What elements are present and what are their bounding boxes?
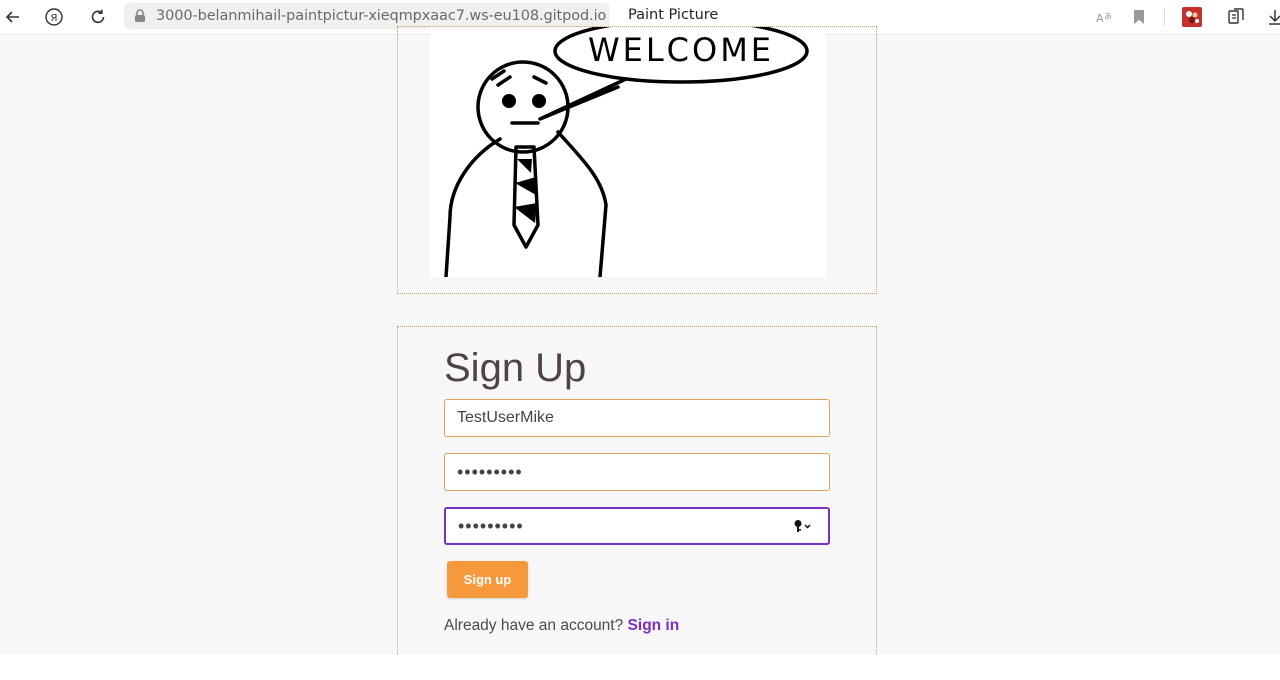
signup-card: Sign Up Sign up Already have an account?… [397, 326, 877, 656]
username-input[interactable] [444, 399, 830, 437]
account-prompt-text: Already have an account? [444, 617, 624, 634]
extension-icon[interactable] [1179, 4, 1205, 30]
url-text: 3000-belanmihail-paintpictur-xieqmpxaac7… [156, 8, 607, 24]
welcome-bubble-text: WELCOME [588, 31, 774, 69]
welcome-illustration: WELCOME [430, 27, 826, 277]
svg-text:Я: Я [51, 13, 58, 24]
signup-title: Sign Up [444, 346, 587, 390]
svg-text:A: A [1096, 12, 1104, 25]
bookmark-icon[interactable] [1126, 4, 1152, 30]
back-arrow-icon[interactable] [0, 4, 26, 30]
signup-button[interactable]: Sign up [447, 561, 528, 598]
download-icon[interactable] [1262, 4, 1280, 30]
stick-figure-drawing: WELCOME [444, 27, 809, 277]
signin-link[interactable]: Sign in [628, 617, 680, 634]
page-content: WELCOME Sign Up Sign up Already have an … [0, 26, 1280, 656]
confirm-password-input[interactable] [444, 507, 830, 545]
toolbar-divider [1164, 8, 1165, 26]
password-manager-key-icon[interactable] [792, 517, 814, 535]
translate-icon[interactable]: Aあ [1091, 4, 1117, 30]
lock-icon [128, 9, 152, 23]
svg-text:あ: あ [1104, 12, 1112, 21]
account-prompt-line: Already have an account? Sign in [444, 617, 679, 635]
reload-icon[interactable] [85, 4, 111, 30]
welcome-card: WELCOME [397, 26, 877, 294]
page-footer-strip [0, 655, 1280, 680]
collections-icon[interactable] [1223, 4, 1249, 30]
page-title: Paint Picture [628, 7, 719, 23]
yandex-icon[interactable]: Я [41, 4, 67, 30]
password-input[interactable] [444, 453, 830, 491]
